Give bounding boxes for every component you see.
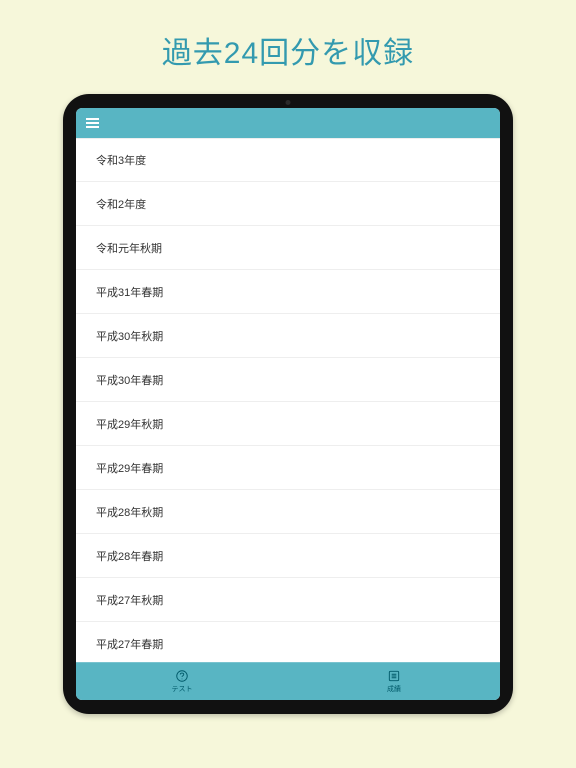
list-item[interactable]: 平成30年春期 bbox=[76, 358, 500, 402]
list-item[interactable]: 平成28年春期 bbox=[76, 534, 500, 578]
tab-score[interactable]: 成績 bbox=[288, 663, 500, 700]
list-item[interactable]: 平成27年春期 bbox=[76, 622, 500, 662]
question-circle-icon bbox=[175, 669, 189, 683]
list-item[interactable]: 令和2年度 bbox=[76, 182, 500, 226]
list-item[interactable]: 令和元年秋期 bbox=[76, 226, 500, 270]
list-box-icon bbox=[387, 669, 401, 683]
screen: 令和3年度 令和2年度 令和元年秋期 平成31年春期 平成30年秋期 平成30年… bbox=[76, 108, 500, 700]
tab-test[interactable]: テスト bbox=[76, 663, 288, 700]
tab-test-label: テスト bbox=[172, 684, 193, 694]
list-item[interactable]: 平成29年春期 bbox=[76, 446, 500, 490]
list-item[interactable]: 令和3年度 bbox=[76, 138, 500, 182]
bottom-tabbar: テスト 成績 bbox=[76, 662, 500, 700]
exam-list: 令和3年度 令和2年度 令和元年秋期 平成31年春期 平成30年秋期 平成30年… bbox=[76, 138, 500, 662]
list-item[interactable]: 平成27年秋期 bbox=[76, 578, 500, 622]
list-item[interactable]: 平成29年秋期 bbox=[76, 402, 500, 446]
hamburger-icon[interactable] bbox=[86, 118, 99, 128]
tablet-frame: 令和3年度 令和2年度 令和元年秋期 平成31年春期 平成30年秋期 平成30年… bbox=[63, 94, 513, 714]
list-item[interactable]: 平成30年秋期 bbox=[76, 314, 500, 358]
tab-score-label: 成績 bbox=[387, 684, 401, 694]
page-title: 過去24回分を収録 bbox=[162, 0, 414, 94]
list-item[interactable]: 平成31年春期 bbox=[76, 270, 500, 314]
list-item[interactable]: 平成28年秋期 bbox=[76, 490, 500, 534]
camera-dot bbox=[286, 100, 291, 105]
app-topbar bbox=[76, 108, 500, 138]
